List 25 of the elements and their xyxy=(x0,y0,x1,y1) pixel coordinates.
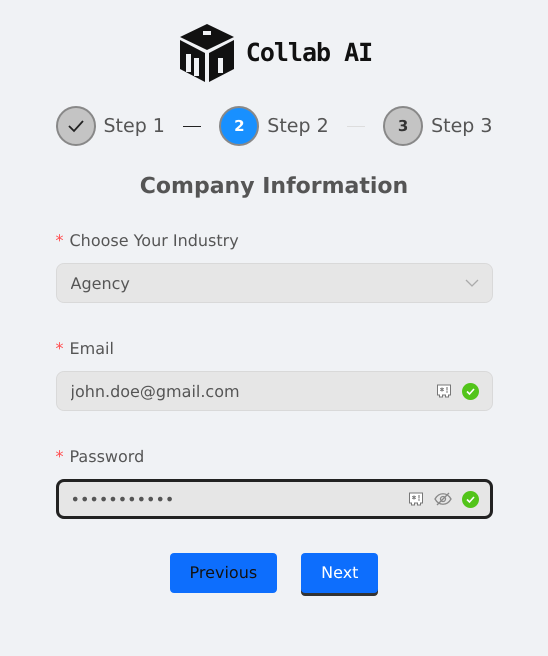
success-icon xyxy=(462,382,478,400)
field-label: Choose Your Industry xyxy=(70,231,239,250)
step-label: Step 2 xyxy=(267,114,329,139)
step-indicator: 3 xyxy=(383,106,424,146)
check-icon xyxy=(66,119,84,133)
form-title: Company Information xyxy=(138,173,410,201)
required-mark: * xyxy=(56,339,64,358)
field-label: Email xyxy=(70,339,114,358)
field-label: Password xyxy=(70,447,144,466)
previous-button[interactable]: Previous xyxy=(170,553,278,593)
required-mark: * xyxy=(56,231,64,250)
brand-name: Collab AI xyxy=(246,37,372,70)
next-button[interactable]: Next xyxy=(301,553,378,593)
password-manager-icon[interactable] xyxy=(408,491,424,507)
required-mark: * xyxy=(56,447,64,466)
chevron-down-icon xyxy=(464,279,478,287)
step-label: Step 1 xyxy=(104,114,165,139)
step-indicator: 2 xyxy=(219,106,260,146)
password-manager-icon[interactable] xyxy=(436,383,452,399)
step-label: Step 3 xyxy=(431,114,492,139)
password-field[interactable]: ••••••••••• xyxy=(56,479,492,519)
success-icon xyxy=(462,490,478,508)
eye-slash-icon[interactable] xyxy=(434,492,452,506)
email-field[interactable]: john.doe@gmail.com xyxy=(56,371,492,411)
industry-select[interactable]: Agency xyxy=(56,263,492,303)
